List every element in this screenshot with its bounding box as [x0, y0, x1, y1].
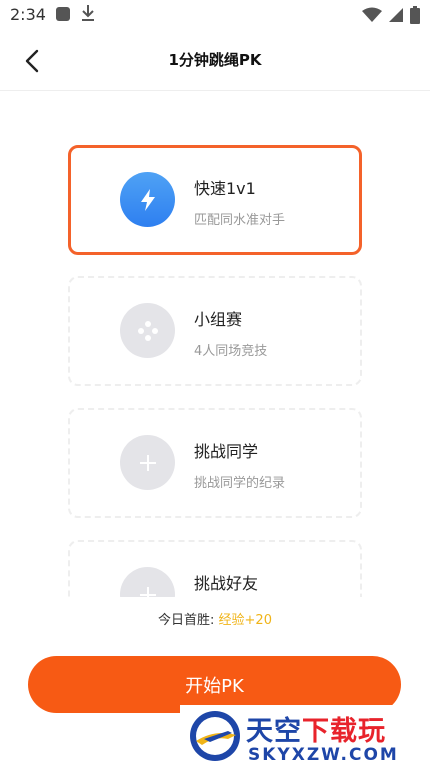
watermark-title: 天空下载玩: [246, 709, 386, 748]
reward-value: 经验+20: [218, 613, 272, 628]
watermark: 天空下载玩 SKYXZW.COM: [180, 705, 430, 766]
mode-title: 挑战好友: [194, 574, 259, 593]
mode-list[interactable]: 快速1v1 匹配同水准对手 小组赛 4人同场竞技 挑战同学 挑战同学的纪录 挑战…: [0, 91, 430, 597]
mode-icon-container: [120, 435, 175, 490]
plus-icon: [139, 454, 156, 471]
watermark-title-blue: 天空: [246, 716, 302, 747]
mode-card-challenge-classmate[interactable]: 挑战同学 挑战同学的纪录: [68, 408, 362, 518]
mode-title: 快速1v1: [194, 179, 256, 198]
mode-icon-container: [120, 303, 175, 358]
mode-icon-container: [120, 567, 175, 597]
mode-subtitle: 匹配同水准对手: [194, 213, 286, 228]
battery-icon: [410, 6, 420, 24]
app-notification-icon: [56, 7, 70, 21]
page-title: 1分钟跳绳PK: [168, 51, 262, 69]
watermark-url: SKYXZW.COM: [248, 745, 399, 765]
plus-icon: [139, 586, 156, 597]
mode-card-quick-1v1[interactable]: 快速1v1 匹配同水准对手: [68, 145, 362, 255]
daily-reward: 今日首胜: 经验+20: [0, 609, 430, 628]
lightning-icon: [140, 188, 155, 211]
header: 1分钟跳绳PK: [0, 30, 430, 91]
signal-icon: [389, 8, 403, 22]
group-dots-icon: [137, 320, 158, 341]
mode-card-group[interactable]: 小组赛 4人同场竞技: [68, 276, 362, 386]
mode-title: 小组赛: [194, 310, 243, 329]
download-icon: [82, 5, 94, 21]
mode-card-challenge-friend[interactable]: 挑战好友: [68, 540, 362, 597]
watermark-title-red: 下载玩: [302, 716, 386, 747]
mode-title: 挑战同学: [194, 442, 259, 461]
wifi-icon: [362, 7, 382, 22]
status-bar: 2:34: [0, 0, 430, 30]
mode-subtitle: 挑战同学的纪录: [194, 476, 286, 491]
reward-label: 今日首胜:: [158, 613, 219, 628]
watermark-logo-icon: [190, 711, 240, 761]
mode-icon-container: [120, 172, 175, 227]
status-time: 2:34: [10, 5, 46, 24]
mode-subtitle: 4人同场竞技: [194, 344, 268, 359]
